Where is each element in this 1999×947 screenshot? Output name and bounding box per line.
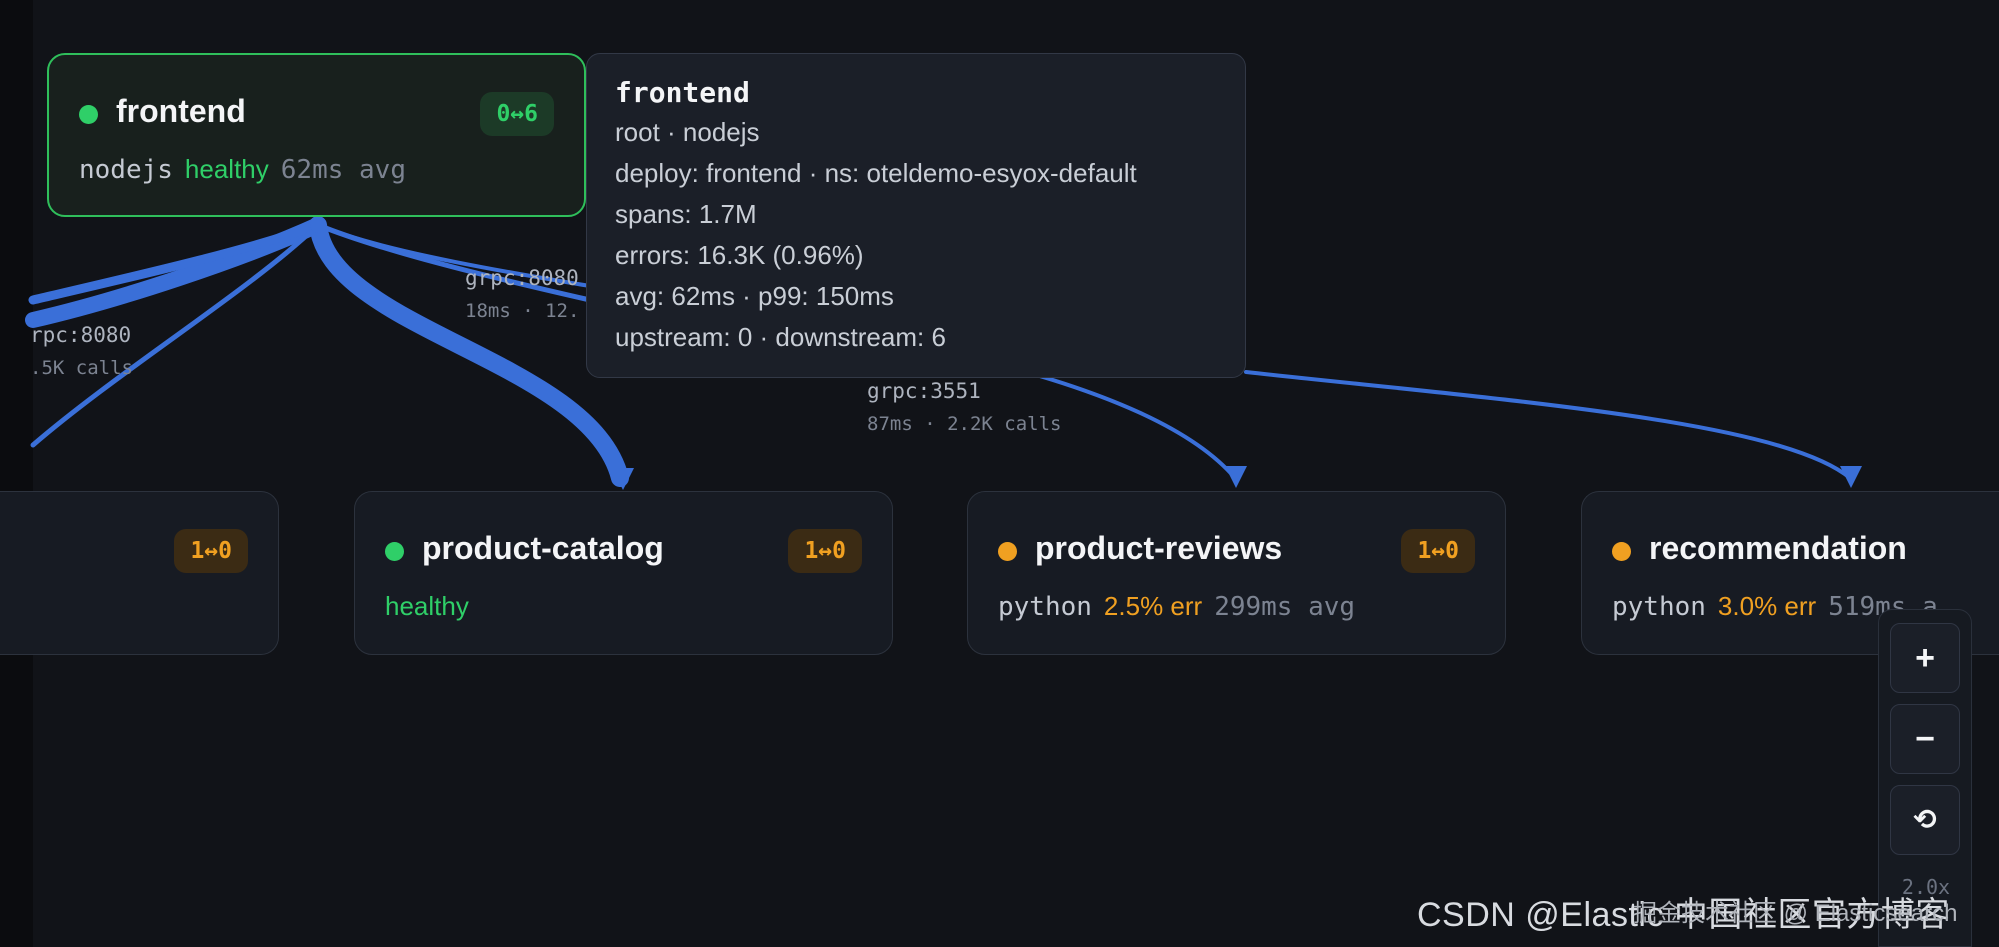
service-node-product-catalog[interactable]: product-catalog 1↔0 healthy [354, 491, 893, 655]
service-status: healthy [184, 154, 269, 184]
status-dot [385, 542, 404, 561]
tooltip-connections: upstream: 0 · downstream: 6 [615, 322, 946, 352]
edge-count-badge: 1↔0 [174, 529, 248, 573]
service-error-rate: 2.5% err [1103, 591, 1203, 621]
status-dot [79, 105, 98, 124]
edge-protocol: grpc:3551 [867, 379, 981, 403]
reset-view-button[interactable]: ⟲ [1890, 785, 1960, 855]
edge-protocol: rpc:8080 [30, 323, 132, 347]
tooltip-title: frontend [615, 76, 750, 109]
status-dot [1612, 542, 1631, 561]
service-name: product-reviews [1035, 530, 1283, 566]
service-latency: 299ms avg [1214, 592, 1356, 622]
edge-hub [310, 217, 326, 233]
edge-count-badge: 1↔0 [1401, 529, 1475, 573]
service-language: python [998, 592, 1092, 622]
service-name: recommendation [1649, 530, 1907, 566]
tooltip-deploy: deploy: frontend · ns: oteldemo-esyox-de… [615, 158, 1137, 188]
service-node-product-reviews[interactable]: product-reviews 1↔0 python 2.5% err 299ms … [967, 491, 1506, 655]
edge-arrowhead-product-reviews [1225, 466, 1247, 488]
edge-label-grpc3551: grpc:3551 87ms · 2.2K calls [867, 379, 1061, 435]
tooltip-latency: avg: 62ms · p99: 150ms [615, 281, 894, 311]
service-language: python [1612, 592, 1706, 622]
edge-stats: 87ms · 2.2K calls [867, 413, 1062, 435]
service-name: frontend [116, 93, 246, 129]
edge-label-rpc8080: rpc:8080 .5K calls [30, 323, 133, 379]
service-meta: nodejs healthy 62ms avg [79, 154, 406, 185]
zoom-in-button[interactable]: + [1890, 623, 1960, 693]
service-node-partial[interactable]: 1↔0 [0, 491, 279, 655]
edge-protocol: grpc:8080 [465, 266, 579, 290]
service-status: healthy [385, 591, 469, 621]
service-tooltip: frontend root · nodejs deploy: frontend … [586, 53, 1246, 378]
status-dot [998, 542, 1017, 561]
service-meta: healthy [385, 591, 481, 622]
service-meta: python 2.5% err 299ms avg [998, 591, 1355, 622]
tooltip-errors: errors: 16.3K (0.96%) [615, 240, 864, 270]
tooltip-spans: spans: 1.7M [615, 199, 757, 229]
edge-label-grpc8080: grpc:8080 18ms · 12. [465, 266, 579, 322]
edge-frontend-to-recommendation [1244, 370, 1852, 480]
service-name: product-catalog [422, 530, 664, 566]
edge-count-badge: 1↔0 [788, 529, 862, 573]
service-node-frontend[interactable]: frontend 0↔6 nodejs healthy 62ms avg [47, 53, 586, 217]
edge-stats: 18ms · 12. [465, 300, 580, 322]
edge-count-badge: 0↔6 [480, 92, 554, 136]
service-latency: 62ms avg [280, 155, 406, 185]
tooltip-kind: root · nodejs [615, 117, 760, 147]
edge-arrowhead-recommendation [1840, 466, 1862, 488]
edge-stats: .5K calls [30, 357, 133, 379]
juejin-watermark: 掘金技术社区 @ Elasticsearch [1633, 900, 1958, 927]
service-error-rate: 3.0% err [1717, 591, 1817, 621]
service-language: nodejs [79, 155, 173, 185]
zoom-out-button[interactable]: − [1890, 704, 1960, 774]
